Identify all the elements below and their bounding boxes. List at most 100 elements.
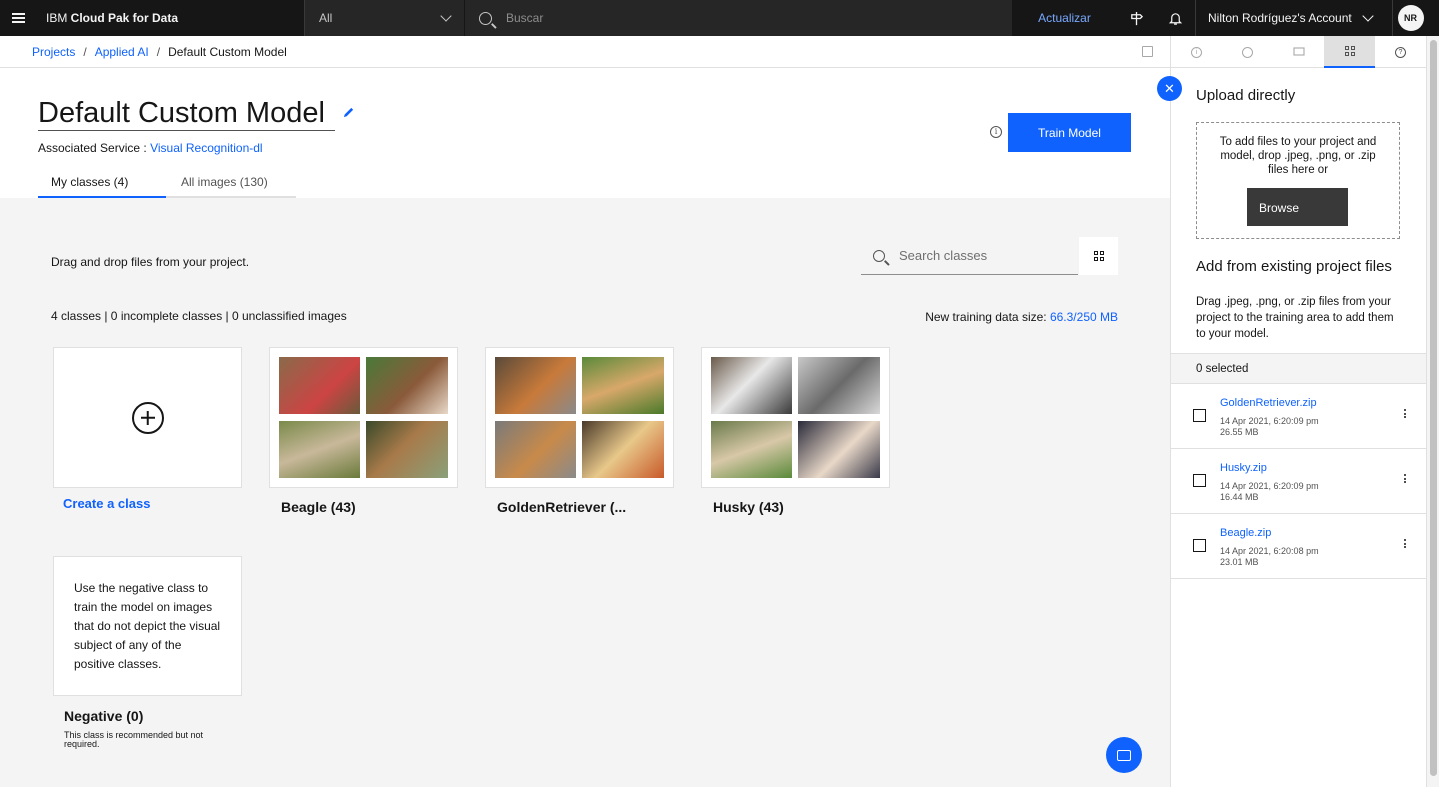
- tab-history[interactable]: [1222, 36, 1273, 68]
- grid-view-toggle[interactable]: [1079, 237, 1118, 275]
- tab-my-classes[interactable]: My classes (4): [38, 168, 166, 198]
- class-thumbnail: [711, 357, 792, 414]
- create-class-card[interactable]: [53, 347, 242, 488]
- breadcrumb: Projects / Applied AI / Default Custom M…: [0, 36, 1170, 68]
- tab-data[interactable]: [1324, 36, 1375, 68]
- class-card-husky[interactable]: [701, 347, 890, 488]
- file-name[interactable]: Beagle.zip: [1220, 527, 1271, 539]
- top-navigation-bar: IBM Cloud Pak for Data All Buscar Actual…: [0, 0, 1439, 36]
- class-thumbnail: [366, 421, 448, 478]
- global-search-input[interactable]: Buscar: [464, 0, 1012, 36]
- associated-service-label: Associated Service :: [38, 141, 151, 155]
- negative-class-card[interactable]: Use the negative class to train the mode…: [53, 556, 242, 696]
- file-name[interactable]: GoldenRetriever.zip: [1220, 397, 1317, 409]
- signpost-icon-svg: [1131, 11, 1144, 25]
- tab-help[interactable]: ?: [1375, 36, 1426, 68]
- training-size-value: 66.3/250 MB: [1049, 310, 1118, 324]
- browse-button[interactable]: Browse: [1247, 188, 1348, 226]
- class-thumbnail: [279, 421, 360, 478]
- hamburger-menu-icon[interactable]: [0, 0, 36, 36]
- file-checkbox[interactable]: [1193, 539, 1206, 552]
- search-scope-value: All: [319, 11, 333, 25]
- help-icon: ?: [1395, 46, 1406, 58]
- product-brand[interactable]: IBM Cloud Pak for Data: [46, 11, 304, 25]
- list-item[interactable]: Beagle.zip 14 Apr 2021, 6:20:08 pm 23.01…: [1171, 514, 1427, 579]
- negative-class-label[interactable]: Negative (0): [64, 708, 143, 724]
- class-thumbnail: [582, 357, 664, 414]
- chat-button[interactable]: [1106, 737, 1142, 773]
- chevron-down-icon: [1362, 10, 1374, 22]
- class-label-husky[interactable]: Husky (43): [713, 499, 784, 515]
- existing-files-description: Drag .jpeg, .png, or .zip files from you…: [1196, 296, 1394, 340]
- signpost-icon[interactable]: [1117, 0, 1156, 36]
- data-panel: i ? Upload directly To add files to your…: [1170, 36, 1427, 787]
- search-icon: [479, 11, 492, 25]
- file-checkbox[interactable]: [1193, 474, 1206, 487]
- selection-count: 0 selected: [1171, 353, 1427, 384]
- class-thumbnail: [711, 421, 792, 478]
- associated-service-link[interactable]: Visual Recognition-dl: [150, 141, 263, 155]
- info-icon[interactable]: i: [990, 126, 1002, 138]
- associated-service: Associated Service : Visual Recognition-…: [38, 141, 263, 155]
- search-icon: [873, 249, 885, 262]
- upload-heading: Upload directly: [1196, 87, 1296, 104]
- class-thumbnail: [582, 421, 664, 478]
- bell-icon: [1168, 12, 1183, 25]
- avatar: NR: [1397, 5, 1424, 31]
- training-data-size: New training data size: 66.3/250 MB: [925, 310, 1118, 324]
- brand-name: Cloud Pak for Data: [70, 11, 179, 25]
- account-switcher[interactable]: Nilton Rodríguez's Account: [1195, 0, 1392, 36]
- save-icon[interactable]: [1142, 46, 1153, 57]
- chat-icon: [1117, 749, 1131, 761]
- class-label-beagle[interactable]: Beagle (43): [281, 499, 356, 515]
- comment-icon: [1292, 46, 1305, 56]
- upgrade-link[interactable]: Actualizar: [1012, 11, 1117, 25]
- history-icon: [1242, 46, 1253, 58]
- search-classes-input[interactable]: Search classes: [861, 237, 1078, 275]
- existing-files-heading: Add from existing project files: [1196, 258, 1392, 275]
- file-size: 23.01 MB: [1220, 557, 1259, 567]
- model-header: Default Custom Model Associated Service …: [0, 68, 1170, 198]
- global-search-placeholder: Buscar: [506, 11, 544, 25]
- list-item[interactable]: Husky.zip 14 Apr 2021, 6:20:09 pm 16.44 …: [1171, 449, 1427, 514]
- breadcrumb-separator: /: [156, 44, 161, 59]
- tab-info[interactable]: i: [1171, 36, 1222, 68]
- file-date: 14 Apr 2021, 6:20:08 pm: [1220, 546, 1319, 556]
- file-size: 26.55 MB: [1220, 427, 1259, 437]
- create-class-link[interactable]: Create a class: [63, 496, 150, 511]
- breadcrumb-projects[interactable]: Projects: [32, 45, 75, 59]
- page-title[interactable]: Default Custom Model: [38, 96, 335, 131]
- tab-comments[interactable]: [1273, 36, 1324, 68]
- add-circle-icon: [131, 401, 164, 434]
- page-scrollbar[interactable]: [1426, 36, 1439, 787]
- class-card-beagle[interactable]: [269, 347, 458, 488]
- overflow-menu-icon[interactable]: [1404, 539, 1406, 549]
- file-date: 14 Apr 2021, 6:20:09 pm: [1220, 481, 1319, 491]
- close-panel-button[interactable]: ✕: [1157, 76, 1182, 101]
- search-classes-placeholder: Search classes: [899, 248, 988, 263]
- list-item[interactable]: GoldenRetriever.zip 14 Apr 2021, 6:20:09…: [1171, 384, 1427, 449]
- file-name[interactable]: Husky.zip: [1220, 462, 1267, 474]
- edit-pencil-icon[interactable]: [342, 106, 355, 122]
- user-avatar-button[interactable]: NR: [1392, 0, 1428, 36]
- notification-bell-icon[interactable]: [1156, 0, 1195, 36]
- tab-all-images[interactable]: All images (130): [166, 168, 296, 198]
- data-grid-icon: [1344, 46, 1355, 56]
- class-card-goldenretriever[interactable]: [485, 347, 674, 488]
- overflow-menu-icon[interactable]: [1404, 409, 1406, 419]
- class-thumbnail: [495, 421, 576, 478]
- class-thumbnail: [279, 357, 360, 414]
- file-size: 16.44 MB: [1220, 492, 1259, 502]
- drag-drop-hint: Drag and drop files from your project.: [51, 255, 250, 269]
- train-model-button[interactable]: Train Model: [1008, 113, 1131, 152]
- scrollbar-thumb[interactable]: [1430, 40, 1437, 776]
- class-thumbnail: [366, 357, 448, 414]
- class-label-goldenretriever[interactable]: GoldenRetriever (...: [497, 499, 626, 515]
- file-checkbox[interactable]: [1193, 409, 1206, 422]
- pencil-icon-svg: [343, 107, 354, 118]
- search-scope-select[interactable]: All: [304, 0, 464, 36]
- breadcrumb-applied-ai[interactable]: Applied AI: [95, 45, 149, 59]
- overflow-menu-icon[interactable]: [1404, 474, 1406, 484]
- chevron-down-icon: [440, 10, 452, 22]
- breadcrumb-current: Default Custom Model: [168, 44, 287, 59]
